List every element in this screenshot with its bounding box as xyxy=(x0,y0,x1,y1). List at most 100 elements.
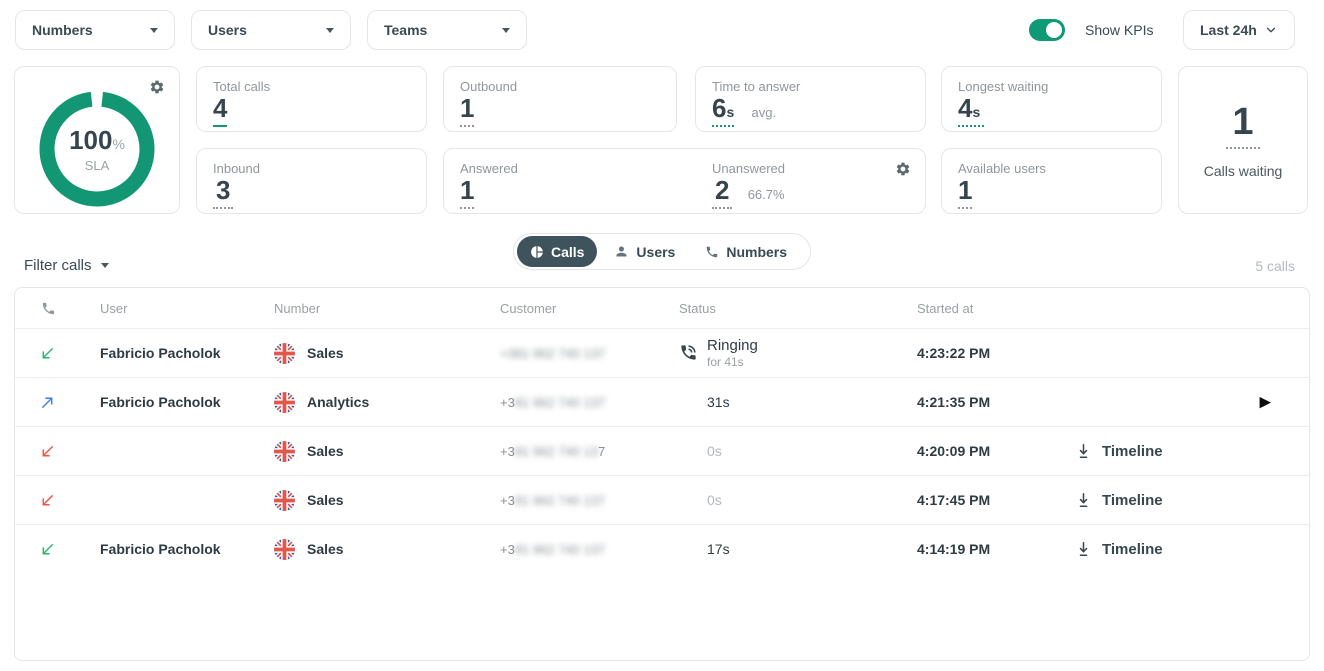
timeline-button[interactable]: Timeline xyxy=(1061,442,1309,461)
timeline-button-label: Timeline xyxy=(1102,492,1163,509)
available-users-label: Available users xyxy=(958,161,1145,176)
table-row: Fabricio Pacholok Sales +381 962 740 137… xyxy=(15,328,1309,377)
row-customer: +381 962 740 137 xyxy=(486,395,663,410)
row-status: 0s xyxy=(707,492,722,508)
filter-calls-dropdown[interactable]: Filter calls xyxy=(24,257,109,274)
show-kpis-label: Show KPIs xyxy=(1085,22,1153,38)
teams-filter-label: Teams xyxy=(384,22,427,38)
timeline-button-label: Timeline xyxy=(1102,541,1163,558)
teams-filter-dropdown[interactable]: Teams xyxy=(367,10,527,50)
outbound-call-icon xyxy=(15,394,86,411)
header-started: Started at xyxy=(903,301,1061,316)
blurred-phone-number: 81 962 740 137 xyxy=(515,493,605,508)
users-filter-dropdown[interactable]: Users xyxy=(191,10,351,50)
unanswered-percent: 66.7% xyxy=(748,187,785,202)
row-number: Sales xyxy=(307,443,344,459)
inbound-card: Inbound 3 xyxy=(196,148,427,214)
row-number: Analytics xyxy=(307,394,369,410)
timeline-button[interactable]: Timeline xyxy=(1061,540,1309,559)
blurred-phone-number: +381 962 740 137 xyxy=(500,346,605,361)
longest-waiting-value: 4 xyxy=(958,93,972,123)
blurred-phone-number: 81 962 740 13 xyxy=(515,444,598,459)
sla-percent-sign: % xyxy=(112,136,124,152)
timeline-icon xyxy=(1074,442,1093,461)
caret-down-icon xyxy=(150,28,158,33)
longest-waiting-label: Longest waiting xyxy=(958,79,1145,94)
time-range-dropdown[interactable]: Last 24h xyxy=(1183,10,1295,50)
row-started-at: 4:20:09 PM xyxy=(903,443,1061,459)
row-user: Fabricio Pacholok xyxy=(86,394,260,410)
time-to-answer-value: 6 xyxy=(712,93,726,123)
users-filter-label: Users xyxy=(208,22,247,38)
time-to-answer-card: Time to answer 6s avg. xyxy=(695,66,926,132)
missed-call-icon xyxy=(15,443,86,460)
time-to-answer-suffix: avg. xyxy=(752,105,777,120)
row-user: Fabricio Pacholok xyxy=(86,541,260,557)
caret-down-icon xyxy=(101,263,109,268)
row-status-duration: for 41s xyxy=(707,355,758,369)
uk-flag-icon xyxy=(274,490,295,511)
inbound-label: Inbound xyxy=(213,161,410,176)
row-number: Sales xyxy=(307,345,344,361)
inbound-call-icon xyxy=(15,541,86,558)
row-customer: +381 962 740 137 xyxy=(486,444,663,459)
header-status: Status xyxy=(663,301,903,316)
row-status: 0s xyxy=(707,443,722,459)
timeline-icon xyxy=(1074,540,1093,559)
row-started-at: 4:23:22 PM xyxy=(903,345,1061,361)
tab-users[interactable]: Users xyxy=(601,236,688,267)
table-row: Sales +381 962 740 137 0s 4:17:45 PM Tim… xyxy=(15,475,1309,524)
time-to-answer-label: Time to answer xyxy=(712,79,909,94)
calls-waiting-value: 1 xyxy=(1226,101,1259,149)
uk-flag-icon xyxy=(274,392,295,413)
table-row: Fabricio Pacholok Analytics +381 962 740… xyxy=(15,377,1309,426)
timeline-button-label: Timeline xyxy=(1102,443,1163,460)
row-status: 17s xyxy=(707,541,730,557)
answered-label: Answered xyxy=(460,161,518,176)
calls-waiting-card: 1 Calls waiting xyxy=(1178,66,1308,214)
inbound-value: 3 xyxy=(213,176,233,209)
calls-count: 5 calls xyxy=(1255,258,1295,274)
pie-chart-icon xyxy=(530,245,544,259)
toggle-knob xyxy=(1046,22,1062,38)
row-number: Sales xyxy=(307,541,344,557)
filter-calls-label: Filter calls xyxy=(24,257,92,274)
longest-waiting-unit: s xyxy=(972,104,980,120)
tab-calls[interactable]: Calls xyxy=(517,236,597,267)
show-kpis-toggle[interactable] xyxy=(1029,19,1065,41)
outbound-card: Outbound 1 xyxy=(443,66,677,132)
sla-donut-chart: 100% SLA xyxy=(39,91,155,207)
timeline-button[interactable]: Timeline xyxy=(1061,491,1309,510)
outbound-label: Outbound xyxy=(460,79,660,94)
chevron-down-icon xyxy=(1264,23,1278,37)
table-header: User Number Customer Status Started at xyxy=(15,288,1309,328)
uk-flag-icon xyxy=(274,343,295,364)
gear-icon[interactable] xyxy=(895,161,911,177)
ringing-icon xyxy=(679,343,699,363)
numbers-filter-dropdown[interactable]: Numbers xyxy=(15,10,175,50)
time-range-label: Last 24h xyxy=(1200,22,1257,38)
caret-down-icon xyxy=(326,28,334,33)
blurred-phone-number: 81 962 740 137 xyxy=(515,542,605,557)
tab-users-label: Users xyxy=(636,244,675,260)
calls-table: User Number Customer Status Started at F… xyxy=(14,287,1310,661)
tab-numbers[interactable]: Numbers xyxy=(692,236,800,267)
view-tabs: Calls Users Numbers xyxy=(513,233,811,270)
play-recording-button[interactable]: ▶ xyxy=(1259,395,1271,410)
outbound-value: 1 xyxy=(460,94,474,127)
header-user: User xyxy=(86,301,260,316)
row-user: Fabricio Pacholok xyxy=(86,345,260,361)
blurred-phone-number: 81 962 740 137 xyxy=(515,395,605,410)
missed-call-icon xyxy=(15,492,86,509)
uk-flag-icon xyxy=(274,539,295,560)
caret-down-icon xyxy=(502,28,510,33)
answered-unanswered-card: Answered 1 Unanswered 2 66.7% xyxy=(443,148,926,214)
time-to-answer-unit: s xyxy=(726,104,734,120)
tab-numbers-label: Numbers xyxy=(726,244,787,260)
sla-value: 100 xyxy=(69,125,112,155)
row-started-at: 4:21:35 PM xyxy=(903,394,1061,410)
inbound-call-icon xyxy=(15,345,86,362)
phone-icon xyxy=(705,245,719,259)
unanswered-value: 2 xyxy=(712,176,732,209)
total-calls-label: Total calls xyxy=(213,79,410,94)
